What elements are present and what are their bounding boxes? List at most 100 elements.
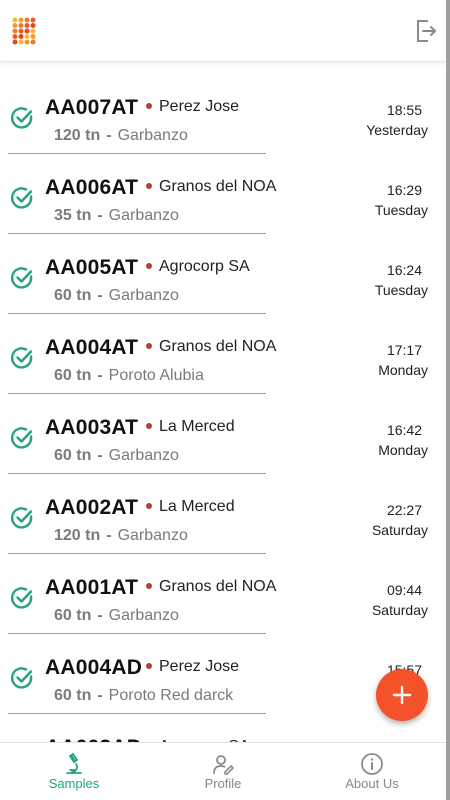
check-circle-icon xyxy=(10,347,33,369)
crop-type: Garbanzo xyxy=(117,127,188,144)
sample-code: AA007AT xyxy=(45,96,139,119)
quantity: 60 tn xyxy=(54,287,92,304)
sample-detail: 60 tn - Garbanzo xyxy=(54,447,179,465)
client-name: Perez Jose xyxy=(159,98,240,115)
crop-type: Poroto Red darck xyxy=(108,687,234,704)
crop-type: Garbanzo xyxy=(108,207,179,224)
bottom-navigation: Samples Profile About Us xyxy=(0,742,446,800)
sample-row[interactable]: AA005AT Agrocorp SA 60 tn - Garbanzo 16:24… xyxy=(0,230,446,314)
sample-code: AA002AT xyxy=(45,496,139,519)
window-edge xyxy=(446,0,450,800)
check-circle-icon xyxy=(10,587,33,609)
client-name: La Merced xyxy=(159,498,235,515)
check-circle-icon xyxy=(10,187,33,209)
sample-code: AA004AT xyxy=(45,336,139,359)
status-dot xyxy=(146,103,152,109)
sample-detail: 120 tn - Garbanzo xyxy=(54,127,188,145)
sample-detail: 60 tn - Poroto Red darck xyxy=(54,687,233,705)
client-name: Agrocorp SA xyxy=(159,258,250,275)
add-sample-button[interactable] xyxy=(376,669,428,721)
sample-row[interactable]: AA006AT Granos del NOA 35 tn - Garbanzo 16… xyxy=(0,150,446,234)
status-dot xyxy=(146,183,152,189)
sample-day: Monday xyxy=(378,442,428,458)
sample-time: 22:27 xyxy=(386,502,422,518)
separator: - xyxy=(97,207,103,224)
separator: - xyxy=(97,687,103,704)
info-icon xyxy=(361,753,383,775)
status-dot xyxy=(146,663,152,669)
status-dot xyxy=(146,503,152,509)
sample-row[interactable]: AA004AT Granos del NOA 60 tn - Poroto Alub… xyxy=(0,310,446,394)
microscope-icon xyxy=(66,753,82,774)
sample-day: Saturday xyxy=(371,602,428,618)
sample-time: 09:44 xyxy=(386,582,422,598)
sample-time: 18:55 xyxy=(386,102,422,118)
client-name: Perez Jose xyxy=(159,658,240,675)
client-name: La Merced xyxy=(159,418,235,435)
tab-about[interactable]: About Us xyxy=(298,743,446,800)
check-circle-icon xyxy=(10,267,33,289)
tab-samples-label: Samples xyxy=(48,776,100,791)
separator: - xyxy=(97,287,103,304)
client-name: Granos del NOA xyxy=(159,178,277,195)
sample-time: 16:29 xyxy=(386,182,422,198)
crop-type: Garbanzo xyxy=(108,287,179,304)
sample-row[interactable]: AA007AT Perez Jose 120 tn - Garbanzo 18:55… xyxy=(0,70,446,154)
sample-time: 16:42 xyxy=(386,422,422,438)
crop-type: Garbanzo xyxy=(117,527,188,544)
status-dot xyxy=(146,583,152,589)
sample-code: AA004AD xyxy=(45,656,143,679)
quantity: 60 tn xyxy=(54,687,92,704)
sample-detail: 60 tn - Garbanzo xyxy=(54,287,179,305)
check-circle-icon xyxy=(10,107,33,129)
sample-time: 17:17 xyxy=(386,342,422,358)
sample-row[interactable]: AA002AT La Merced 120 tn - Garbanzo 22:27 … xyxy=(0,470,446,554)
sample-code: AA005AT xyxy=(45,256,139,279)
separator: - xyxy=(106,127,112,144)
top-app-bar xyxy=(0,0,446,62)
quantity: 35 tn xyxy=(54,207,92,224)
check-circle-icon xyxy=(10,667,33,689)
quantity: 60 tn xyxy=(54,447,92,464)
sample-code: AA001AT xyxy=(45,576,139,599)
status-dot xyxy=(146,263,152,269)
separator: - xyxy=(106,527,112,544)
quantity: 120 tn xyxy=(54,127,101,144)
sample-row[interactable]: AA003AT La Merced 60 tn - Garbanzo 16:42 M… xyxy=(0,390,446,474)
sample-day: Tuesday xyxy=(374,202,428,218)
tab-about-label: About Us xyxy=(345,776,399,791)
sample-detail: 120 tn - Garbanzo xyxy=(54,527,188,545)
sample-detail: 35 tn - Garbanzo xyxy=(54,207,179,225)
status-dot xyxy=(146,343,152,349)
sample-code: AA006AT xyxy=(45,176,139,199)
grid-dots-logo xyxy=(12,17,36,45)
user-edit-icon xyxy=(213,755,234,775)
separator: - xyxy=(97,607,103,624)
crop-type: Garbanzo xyxy=(108,607,179,624)
sample-detail: 60 tn - Garbanzo xyxy=(54,607,179,625)
sample-detail: 60 tn - Poroto Alubia xyxy=(54,367,204,385)
logout-icon[interactable] xyxy=(414,18,438,44)
sample-row[interactable]: AA003AD Agrocorp SA xyxy=(0,710,446,742)
samples-list[interactable]: AA007AT Perez Jose 120 tn - Garbanzo 18:55… xyxy=(0,70,446,742)
plus-icon xyxy=(392,685,412,705)
tab-samples[interactable]: Samples xyxy=(0,743,148,800)
quantity: 120 tn xyxy=(54,527,101,544)
check-circle-icon xyxy=(10,427,33,449)
sample-day: Yesterday xyxy=(366,122,428,138)
sample-row[interactable]: AA001AT Granos del NOA 60 tn - Garbanzo 09… xyxy=(0,550,446,634)
crop-type: Garbanzo xyxy=(108,447,179,464)
sample-time: 16:24 xyxy=(386,262,422,278)
tab-profile[interactable]: Profile xyxy=(149,743,297,800)
separator: - xyxy=(97,367,103,384)
sample-day: Saturday xyxy=(371,522,428,538)
status-dot xyxy=(146,423,152,429)
client-name: Granos del NOA xyxy=(159,338,277,355)
sample-day: Monday xyxy=(378,362,428,378)
client-name: Granos del NOA xyxy=(159,578,277,595)
quantity: 60 tn xyxy=(54,607,92,624)
sample-code: AA003AT xyxy=(45,416,139,439)
check-circle-icon xyxy=(10,507,33,529)
crop-type: Poroto Alubia xyxy=(108,367,204,384)
quantity: 60 tn xyxy=(54,367,92,384)
